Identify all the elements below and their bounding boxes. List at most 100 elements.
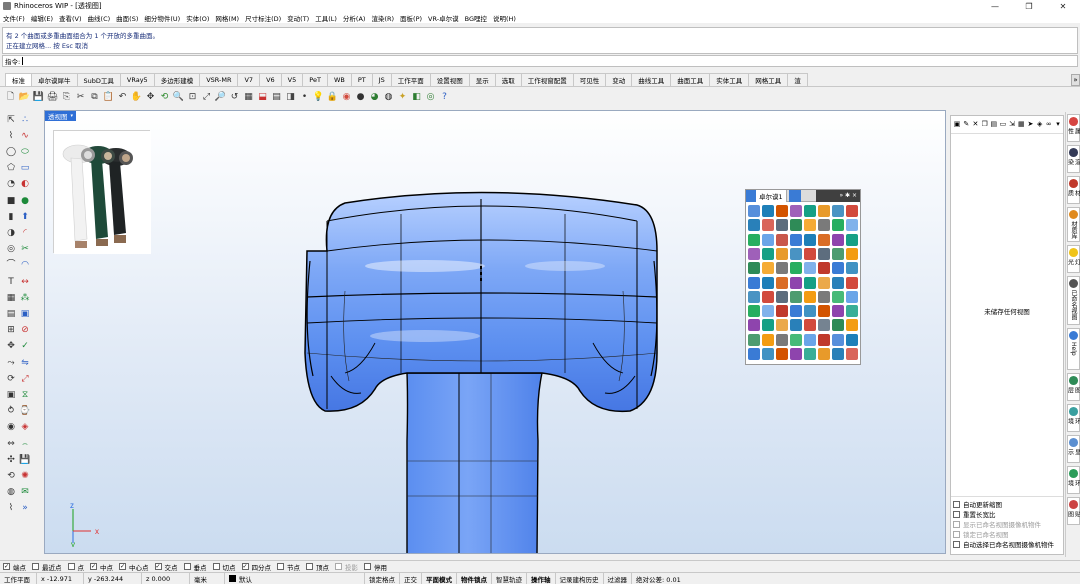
tool-grid-icon[interactable]: [804, 290, 816, 303]
tool-grid-icon[interactable]: [748, 205, 760, 217]
check-icon[interactable]: ✓: [18, 340, 32, 354]
tool-grid-icon[interactable]: [790, 348, 802, 360]
tool-grid-icon[interactable]: [748, 262, 760, 275]
layer-indicator[interactable]: 默认: [225, 572, 365, 584]
menu-item[interactable]: VR-卓尔谟: [428, 13, 459, 23]
osnap-checkbox[interactable]: ✓: [119, 563, 126, 570]
side-tab[interactable]: 环境: [1067, 404, 1080, 432]
tool-grid-icon[interactable]: [748, 319, 760, 332]
menu-item[interactable]: 实体(O): [186, 13, 209, 23]
save-icon[interactable]: 💾: [32, 91, 45, 104]
tool-grid-icon[interactable]: [776, 247, 788, 260]
camera-icon[interactable]: ◈: [1036, 120, 1044, 130]
tool-grid-icon[interactable]: [790, 276, 802, 289]
offset-icon[interactable]: ◎: [4, 243, 18, 257]
units-label[interactable]: 毫米: [190, 572, 225, 584]
tool-grid-icon[interactable]: [762, 333, 774, 346]
named-view-option[interactable]: 自动选择已命名视图摄像机物件: [951, 539, 1063, 549]
paste-icon[interactable]: 📋: [102, 91, 115, 104]
side-tab[interactable]: 环境: [1067, 466, 1080, 494]
tool-grid-icon[interactable]: [762, 233, 774, 246]
command-line[interactable]: 指令:: [2, 55, 1078, 67]
tool-grid-icon[interactable]: [818, 333, 830, 346]
tool-grid-icon[interactable]: [846, 290, 858, 303]
tool-grid-icon[interactable]: [748, 247, 760, 260]
osnap-option[interactable]: ✓ 四分点: [241, 562, 271, 572]
delete-view-icon[interactable]: ✕: [971, 120, 979, 130]
history-icon[interactable]: ⌚: [18, 405, 32, 419]
toolbar-tab[interactable]: 网格工具: [748, 73, 789, 86]
toolbar-tab[interactable]: 设置视图: [429, 73, 470, 86]
tool-grid-icon[interactable]: [790, 247, 802, 260]
toolbar-tab[interactable]: 工作视窗配置: [520, 73, 574, 86]
menu-item[interactable]: 渲染(R): [371, 13, 394, 23]
tool-grid-icon[interactable]: [846, 262, 858, 275]
panel-tab-label[interactable]: 卓尔谟1: [756, 189, 787, 202]
paste-view-icon[interactable]: ▤: [990, 120, 998, 130]
menu-item[interactable]: 分析(A): [343, 13, 366, 23]
import-icon[interactable]: ⎘: [60, 91, 73, 104]
boolean-icon[interactable]: ◑: [4, 226, 18, 240]
tool-grid-icon[interactable]: [790, 205, 802, 217]
menu-item[interactable]: 曲面(S): [116, 13, 138, 23]
toolbar-tab[interactable]: V5: [280, 73, 304, 86]
tool-grid-icon[interactable]: [748, 276, 760, 289]
bend-icon[interactable]: ⌢: [18, 437, 32, 451]
toolbar-tab[interactable]: 工作平面: [390, 73, 431, 86]
tool-grid-icon[interactable]: [776, 333, 788, 346]
toolbar-tab[interactable]: 变动: [605, 73, 633, 86]
tool-grid-icon[interactable]: [804, 348, 816, 360]
surface-edge-icon[interactable]: ◔: [4, 178, 18, 192]
toolbar-tab[interactable]: SubD工具: [76, 73, 121, 86]
tool-grid-icon[interactable]: [790, 305, 802, 318]
panel-tab-secondary[interactable]: [788, 189, 801, 202]
analyze-icon[interactable]: ⊘: [18, 324, 32, 338]
print-icon[interactable]: 🖨: [46, 91, 59, 104]
osnap-option[interactable]: 节点: [277, 562, 300, 572]
tool-grid-icon[interactable]: [846, 205, 858, 217]
color-wheel-icon[interactable]: ◉: [340, 91, 353, 104]
maximize-button[interactable]: ❐: [1012, 0, 1046, 12]
toolbar-tab[interactable]: 可见性: [572, 73, 607, 86]
shaded-sphere-icon[interactable]: ◕: [368, 91, 381, 104]
pointer-icon[interactable]: ➤: [1026, 120, 1034, 130]
weld-icon[interactable]: ⧖: [18, 388, 32, 402]
tool-grid-icon[interactable]: [804, 205, 816, 217]
tool-grid-icon[interactable]: [804, 247, 816, 260]
menu-item[interactable]: 工具(L): [315, 13, 337, 23]
panel-controls[interactable]: » ✱ ×: [816, 189, 860, 202]
extrude-icon[interactable]: ⬆: [18, 210, 32, 224]
osnap-checkbox[interactable]: [212, 563, 220, 570]
copy-view-icon[interactable]: ❐: [981, 120, 989, 130]
toolbar-tab[interactable]: 曲线工具: [631, 73, 672, 86]
zoom-icon[interactable]: 🔍: [172, 91, 185, 104]
tool-grid-icon[interactable]: [776, 262, 788, 275]
ellipse-icon[interactable]: ⬭: [18, 145, 32, 159]
select-icon[interactable]: ⇱: [4, 113, 18, 127]
tool-grid-icon[interactable]: [762, 247, 774, 260]
tool-grid-icon[interactable]: [846, 247, 858, 260]
toolbar-tab[interactable]: VSR-MR: [199, 73, 239, 86]
tool-grid-icon[interactable]: [762, 319, 774, 332]
toolbar-tab[interactable]: PT: [350, 73, 373, 86]
status-toggle[interactable]: 平面模式: [422, 572, 457, 584]
box-icon[interactable]: ■: [4, 194, 18, 208]
tool-grid-icon[interactable]: [790, 333, 802, 346]
osnap-checkbox[interactable]: ✓: [90, 563, 97, 570]
sym-icon[interactable]: ⇔: [4, 437, 18, 451]
tool-grid-icon[interactable]: [776, 276, 788, 289]
tool-grid-icon[interactable]: [776, 305, 788, 318]
circle-icon[interactable]: ◯: [4, 145, 18, 159]
explode-icon[interactable]: ✺: [18, 469, 32, 483]
tool-grid-icon[interactable]: [818, 348, 830, 360]
sphere-icon[interactable]: ●: [18, 194, 32, 208]
fillet-icon[interactable]: ◜: [18, 226, 32, 240]
status-toggle[interactable]: 物件锁点: [457, 572, 492, 584]
tool-grid-icon[interactable]: [790, 233, 802, 246]
tool-grid-icon[interactable]: [832, 305, 844, 318]
menu-item[interactable]: 细分物件(U): [144, 13, 180, 23]
zoom-selected-icon[interactable]: 🔎: [214, 91, 227, 104]
cplane-label[interactable]: 工作平面: [0, 572, 37, 584]
toolbar-tab[interactable]: 显示: [468, 73, 496, 86]
tool-grid-icon[interactable]: [832, 233, 844, 246]
